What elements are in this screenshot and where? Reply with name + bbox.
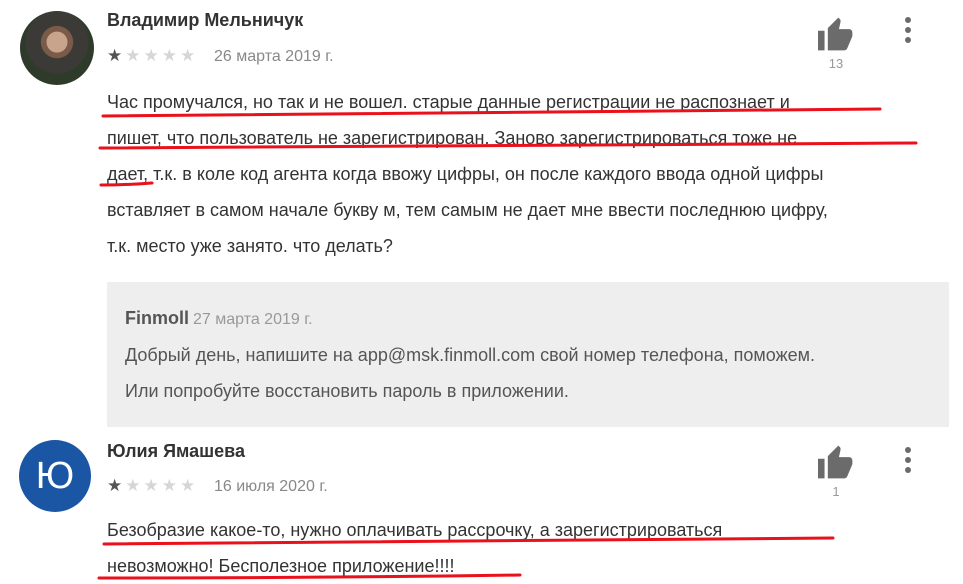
star-empty-icon: ★ <box>161 46 180 65</box>
star-empty-icon: ★ <box>161 476 180 495</box>
review-text-line: дает, т.к. в коле код агента когда ввожу… <box>107 164 824 184</box>
thumbs-up-icon[interactable] <box>816 16 856 52</box>
review-author: Юлия Ямашева <box>107 441 245 461</box>
review-date: 26 марта 2019 г. <box>214 48 334 65</box>
avatar[interactable] <box>20 11 94 85</box>
reply-date: 27 марта 2019 г. <box>193 311 313 328</box>
developer-name: Finmoll 27 марта 2019 г. <box>125 308 313 329</box>
review-text-line: Час промучался, но так и не вошел. стары… <box>107 92 790 112</box>
star-rating: ★★★★★ <box>107 476 198 496</box>
more-vert-icon[interactable] <box>898 447 918 481</box>
review-text: Час промучался, но так и не вошел. стары… <box>107 84 828 264</box>
review-date: 16 июля 2020 г. <box>214 478 328 495</box>
like-count: 1 <box>832 484 840 499</box>
star-empty-icon: ★ <box>125 476 144 495</box>
star-empty-icon: ★ <box>180 476 199 495</box>
reply-text-line: Или попробуйте восстановить пароль в при… <box>125 381 569 401</box>
reply-text-line: Добрый день, напишите на app@msk.finmoll… <box>125 345 816 365</box>
review-text-line: невозможно! Бесполезное приложение!!!! <box>107 556 455 576</box>
thumbs-up-icon[interactable] <box>816 444 856 480</box>
review-text-line: вставляет в самом начале букву м, тем са… <box>107 200 828 220</box>
developer-reply: Finmoll 27 марта 2019 г. Добрый день, нап… <box>107 282 949 427</box>
star-filled-icon: ★ <box>107 46 126 65</box>
avatar[interactable]: Ю <box>19 440 91 512</box>
review-text: Безобразие какое-то, нужно оплачивать ра… <box>107 512 722 584</box>
like-count: 13 <box>828 56 844 71</box>
star-empty-icon: ★ <box>180 46 199 65</box>
star-empty-icon: ★ <box>143 46 162 65</box>
star-filled-icon: ★ <box>107 476 126 495</box>
star-empty-icon: ★ <box>143 476 162 495</box>
review-text-line: пишет, что пользователь не зарегистриров… <box>107 128 798 148</box>
star-empty-icon: ★ <box>125 46 144 65</box>
more-vert-icon[interactable] <box>898 17 918 51</box>
review-text-line: т.к. место уже занято. что делать? <box>107 236 393 256</box>
review-text-line: Безобразие какое-то, нужно оплачивать ра… <box>107 520 723 540</box>
star-rating: ★★★★★ <box>107 46 198 66</box>
reply-text: Добрый день, напишите на app@msk.finmoll… <box>125 337 815 409</box>
developer-name-label: Finmoll <box>125 308 189 328</box>
review-author: Владимир Мельничук <box>107 10 304 30</box>
